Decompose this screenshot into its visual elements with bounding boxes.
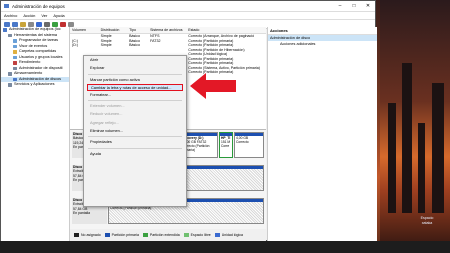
tree-node-icon bbox=[13, 77, 17, 81]
legend-swatch bbox=[142, 233, 148, 237]
context-menu-item: Reducir volumen... bbox=[90, 111, 123, 117]
minimize-button[interactable]: – bbox=[333, 3, 347, 9]
tree-node-icon bbox=[3, 28, 7, 32]
partition[interactable]: HP_TI 151 M Corre bbox=[219, 132, 233, 158]
view-icon[interactable] bbox=[68, 21, 74, 27]
legend-swatch bbox=[183, 233, 189, 237]
legend-label: No asignado bbox=[81, 233, 101, 237]
col-sistema-archivos[interactable]: Sistema de archivos bbox=[148, 27, 186, 33]
context-menu-item[interactable]: Cambiar la letra y rutas de acceso de un… bbox=[87, 83, 183, 91]
menu-accion[interactable]: Acción bbox=[23, 13, 35, 18]
col-distribucion[interactable]: Distribución bbox=[99, 27, 128, 33]
context-menu-item[interactable]: Ayuda bbox=[84, 150, 186, 158]
delete-icon[interactable] bbox=[60, 21, 66, 27]
tree-node-icon bbox=[8, 83, 12, 87]
legend: No asignado Partición primaria Partición e… bbox=[70, 229, 266, 241]
context-menu-item: Agregar reflejo... bbox=[90, 119, 119, 125]
check-icon[interactable] bbox=[52, 21, 58, 27]
logo-line-2: xataka bbox=[421, 220, 433, 225]
context-menu-item[interactable]: Marcar partición como activa bbox=[84, 76, 186, 84]
tree-node[interactable]: Servicios y Aplicaciones bbox=[1, 82, 69, 88]
legend-swatch bbox=[74, 233, 79, 237]
forward-icon[interactable] bbox=[12, 21, 18, 27]
disk-status: En pantalla bbox=[73, 210, 90, 215]
legend-swatch bbox=[214, 233, 220, 237]
context-menu-item: Extender volumen... bbox=[90, 103, 125, 109]
context-menu-item[interactable]: Abrir bbox=[84, 56, 186, 64]
col-volumen[interactable]: Volumen bbox=[70, 27, 99, 33]
disk-icon[interactable] bbox=[44, 21, 50, 27]
col-estado[interactable]: Estado bbox=[186, 27, 266, 33]
legend-label: Espacio libre bbox=[190, 233, 211, 237]
context-menu-item[interactable]: Explorar bbox=[84, 64, 186, 72]
context-menu: Abrir Explorar Marcar partición como activ… bbox=[83, 55, 187, 207]
tree-node-icon bbox=[13, 39, 17, 43]
col-tipo[interactable]: Tipo bbox=[127, 27, 148, 33]
tree-node-icon bbox=[13, 55, 17, 59]
red-arrow-annotation bbox=[190, 73, 236, 99]
actions-pane: Acciones Administración de disco Accione… bbox=[267, 27, 377, 241]
menu-separator bbox=[88, 73, 182, 75]
partition-text: HP_TI 151 M Corre bbox=[221, 136, 231, 148]
context-menu-item[interactable]: Propiedades bbox=[84, 138, 186, 146]
legend-label: Partición extendida bbox=[149, 233, 180, 237]
menu-ayuda[interactable]: Ayuda bbox=[53, 13, 64, 18]
menu-separator bbox=[88, 100, 182, 102]
partition-status: Corre bbox=[221, 144, 230, 148]
title-bar: Administración de equipos – □ ✕ bbox=[1, 1, 375, 12]
console-tree: Administración de equipos (loc Herramient… bbox=[1, 27, 70, 241]
menu-separator bbox=[88, 136, 182, 138]
tree-node-label: Servicios y Aplicaciones bbox=[14, 82, 55, 86]
tree-node-icon bbox=[8, 33, 12, 37]
partition-text: Recovery (D:) 18,00 GB FAT32 Correcto (Par… bbox=[182, 136, 216, 152]
menu-bar: Archivo Acción Ver Ayuda bbox=[1, 12, 375, 20]
watermark-logo: Espacio xataka bbox=[406, 216, 448, 242]
properties-icon[interactable] bbox=[28, 21, 34, 27]
tree-node-icon bbox=[13, 66, 17, 70]
close-button[interactable]: ✕ bbox=[361, 3, 375, 9]
menu-separator bbox=[88, 147, 182, 149]
partition[interactable]: 4,00 GB Correcto bbox=[234, 132, 264, 158]
computer-management-window: Administración de equipos – □ ✕ Archivo … bbox=[0, 0, 377, 241]
actions-header: Acciones bbox=[268, 27, 377, 35]
up-folder-icon[interactable] bbox=[20, 21, 26, 27]
help-icon[interactable] bbox=[36, 21, 42, 27]
taskbar bbox=[0, 241, 450, 253]
menu-archivo[interactable]: Archivo bbox=[4, 13, 17, 18]
tree-node-icon bbox=[8, 72, 12, 76]
maximize-button[interactable]: □ bbox=[347, 3, 361, 9]
tree-node-icon bbox=[13, 61, 17, 65]
legend-label: Partición primaria bbox=[111, 233, 139, 237]
more-actions[interactable]: Acciones adicionales bbox=[268, 41, 377, 47]
partition-status: Correcto (Partición primaria) bbox=[182, 144, 210, 152]
window-title: Administración de equipos bbox=[12, 3, 65, 9]
tree-node-icon bbox=[13, 50, 17, 54]
context-menu-item[interactable]: Formatear... bbox=[84, 91, 186, 99]
legend-swatch bbox=[104, 233, 110, 237]
menu-ver[interactable]: Ver bbox=[41, 13, 47, 18]
partition-text: 4,00 GB Correcto bbox=[236, 136, 262, 144]
legend-label: Unidad lógica bbox=[221, 233, 243, 237]
context-menu-item[interactable]: Eliminar volumen... bbox=[84, 127, 186, 135]
app-icon bbox=[4, 4, 9, 8]
volume-list-header: Volumen Distribución Tipo Sistema de arc… bbox=[70, 27, 266, 34]
partition-status: Correcto bbox=[236, 140, 249, 144]
tree-node-icon bbox=[13, 44, 17, 48]
back-icon[interactable] bbox=[4, 21, 10, 27]
